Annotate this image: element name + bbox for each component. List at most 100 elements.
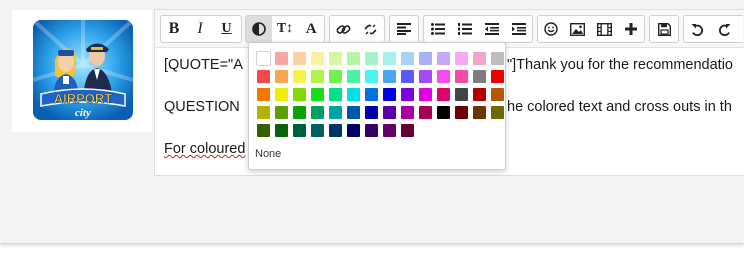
color-swatch[interactable] bbox=[400, 105, 415, 120]
color-swatch[interactable] bbox=[292, 87, 307, 102]
outdent-icon bbox=[484, 23, 499, 35]
redo-button[interactable] bbox=[711, 16, 738, 42]
colour-line-text: For coloured bbox=[164, 141, 245, 157]
colour-line-word: For coloured bbox=[164, 141, 246, 157]
color-swatch[interactable] bbox=[436, 51, 451, 66]
color-swatch[interactable] bbox=[472, 105, 487, 120]
color-swatch[interactable] bbox=[454, 69, 469, 84]
color-swatch[interactable] bbox=[490, 69, 505, 84]
color-swatch[interactable] bbox=[382, 87, 397, 102]
color-swatch[interactable] bbox=[256, 87, 271, 102]
contrast-icon bbox=[252, 22, 266, 36]
color-swatch[interactable] bbox=[400, 69, 415, 84]
color-swatch[interactable] bbox=[328, 123, 343, 138]
color-swatch[interactable] bbox=[274, 123, 289, 138]
save-draft-button[interactable] bbox=[650, 16, 678, 42]
color-swatch[interactable] bbox=[382, 105, 397, 120]
color-swatch[interactable] bbox=[400, 87, 415, 102]
color-swatch[interactable] bbox=[472, 51, 487, 66]
color-swatch[interactable] bbox=[364, 123, 379, 138]
question-line-start: QUESTION bbox=[164, 99, 240, 115]
color-swatch[interactable] bbox=[454, 51, 469, 66]
color-swatch[interactable] bbox=[364, 87, 379, 102]
color-swatch[interactable] bbox=[328, 87, 343, 102]
align-button[interactable] bbox=[390, 16, 418, 42]
color-swatch[interactable] bbox=[310, 87, 325, 102]
color-swatch-grid bbox=[256, 51, 505, 138]
smilies-button[interactable] bbox=[538, 16, 564, 42]
media-button[interactable] bbox=[591, 16, 618, 42]
link-button[interactable] bbox=[330, 16, 357, 42]
color-swatch[interactable] bbox=[328, 105, 343, 120]
color-swatch[interactable] bbox=[292, 105, 307, 120]
italic-button[interactable]: I bbox=[187, 16, 213, 42]
unlink-icon bbox=[364, 24, 377, 34]
color-swatch[interactable] bbox=[310, 123, 325, 138]
insert-button[interactable] bbox=[618, 16, 644, 42]
outdent-button[interactable] bbox=[478, 16, 505, 42]
color-swatch[interactable] bbox=[472, 87, 487, 102]
align-left-icon bbox=[397, 23, 411, 35]
color-swatch[interactable] bbox=[382, 51, 397, 66]
color-swatch[interactable] bbox=[364, 51, 379, 66]
svg-text:AIRPORT: AIRPORT bbox=[54, 91, 113, 106]
color-swatch[interactable] bbox=[454, 87, 469, 102]
color-swatch[interactable] bbox=[418, 105, 433, 120]
color-swatch[interactable] bbox=[328, 51, 343, 66]
color-swatch[interactable] bbox=[292, 51, 307, 66]
color-swatch[interactable] bbox=[310, 51, 325, 66]
color-swatch[interactable] bbox=[364, 69, 379, 84]
color-swatch[interactable] bbox=[256, 69, 271, 84]
color-swatch[interactable] bbox=[418, 69, 433, 84]
font-family-button[interactable]: A bbox=[298, 16, 324, 42]
color-swatch[interactable] bbox=[346, 69, 361, 84]
color-swatch[interactable] bbox=[274, 51, 289, 66]
list-group bbox=[423, 15, 533, 43]
color-swatch[interactable] bbox=[490, 51, 505, 66]
bold-button[interactable]: B bbox=[161, 16, 187, 42]
color-swatch[interactable] bbox=[490, 105, 505, 120]
color-swatch[interactable] bbox=[436, 87, 451, 102]
insert-group bbox=[537, 15, 645, 43]
link-icon bbox=[336, 24, 351, 34]
unlink-button[interactable] bbox=[357, 16, 384, 42]
color-swatch[interactable] bbox=[292, 69, 307, 84]
underline-button[interactable]: U bbox=[213, 16, 240, 42]
color-swatch[interactable] bbox=[328, 69, 343, 84]
image-button[interactable] bbox=[564, 16, 591, 42]
color-swatch[interactable] bbox=[418, 87, 433, 102]
color-swatch[interactable] bbox=[256, 105, 271, 120]
bullet-list-button[interactable] bbox=[424, 16, 451, 42]
color-swatch[interactable] bbox=[454, 105, 469, 120]
avatar[interactable]: AIRPORT city bbox=[33, 20, 133, 120]
color-swatch[interactable] bbox=[418, 51, 433, 66]
color-swatch[interactable] bbox=[490, 87, 505, 102]
undo-button[interactable] bbox=[684, 16, 711, 42]
color-swatch[interactable] bbox=[274, 87, 289, 102]
color-swatch[interactable] bbox=[382, 123, 397, 138]
color-swatch[interactable] bbox=[436, 105, 451, 120]
color-swatch[interactable] bbox=[382, 69, 397, 84]
color-swatch[interactable] bbox=[274, 69, 289, 84]
color-swatch[interactable] bbox=[346, 123, 361, 138]
color-swatch[interactable] bbox=[436, 69, 451, 84]
color-swatch[interactable] bbox=[310, 69, 325, 84]
color-swatch[interactable] bbox=[346, 105, 361, 120]
color-swatch[interactable] bbox=[256, 123, 271, 138]
color-swatch[interactable] bbox=[310, 105, 325, 120]
text-color-button[interactable] bbox=[246, 16, 272, 42]
history-group bbox=[683, 15, 743, 43]
color-swatch[interactable] bbox=[346, 87, 361, 102]
no-color-option[interactable]: None bbox=[255, 148, 281, 160]
color-swatch[interactable] bbox=[472, 69, 487, 84]
font-size-button[interactable]: T↕ bbox=[272, 16, 299, 42]
indent-button[interactable] bbox=[505, 16, 532, 42]
color-swatch[interactable] bbox=[400, 123, 415, 138]
numbered-list-button[interactable] bbox=[451, 16, 478, 42]
color-swatch[interactable] bbox=[292, 123, 307, 138]
color-swatch[interactable] bbox=[256, 51, 271, 66]
color-swatch[interactable] bbox=[346, 51, 361, 66]
color-swatch[interactable] bbox=[274, 105, 289, 120]
color-swatch[interactable] bbox=[364, 105, 379, 120]
color-swatch[interactable] bbox=[400, 51, 415, 66]
